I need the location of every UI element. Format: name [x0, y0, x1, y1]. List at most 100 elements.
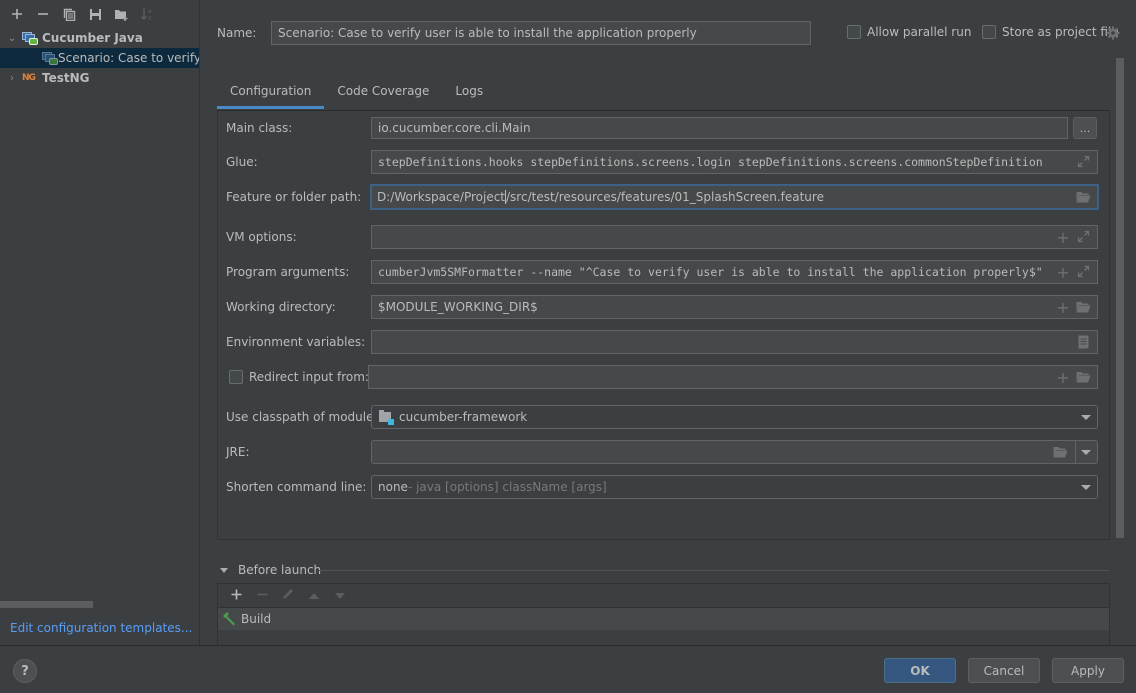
tab-logs[interactable]: Logs — [442, 80, 496, 108]
sort-button[interactable]: az — [134, 2, 160, 26]
remove-task-button[interactable] — [249, 588, 275, 604]
sort-icon: az — [141, 8, 152, 21]
chevron-down-icon[interactable]: ⌄ — [6, 33, 18, 44]
chevron-right-icon[interactable]: › — [6, 73, 18, 84]
apply-button[interactable]: Apply — [1052, 658, 1124, 683]
jre-select[interactable] — [371, 440, 1098, 464]
horizontal-scrollbar[interactable] — [0, 601, 93, 608]
shorten-command-line-label: Shorten command line: — [226, 480, 367, 494]
name-label: Name: — [217, 26, 257, 40]
redirect-input-field[interactable] — [368, 365, 1098, 389]
dialog-footer — [0, 645, 1136, 693]
move-down-button[interactable] — [327, 588, 353, 604]
name-input[interactable]: Scenario: Case to verify user is able to… — [271, 21, 811, 45]
arrow-down-icon — [335, 592, 345, 599]
ok-button[interactable]: OK — [884, 658, 956, 683]
new-folder-icon — [114, 9, 127, 21]
remove-icon — [257, 593, 267, 595]
cucumber-java-icon — [22, 30, 38, 46]
program-arguments-input[interactable]: cumberJvm5SMFormatter --name "^Case to v… — [371, 260, 1098, 284]
edit-task-button[interactable] — [275, 588, 301, 604]
feature-path-value-start: D:/Workspace/Project — [377, 190, 506, 204]
jre-divider — [1075, 441, 1076, 463]
add-icon[interactable]: + — [1054, 263, 1072, 282]
redirect-input-checkbox[interactable] — [229, 370, 243, 384]
configurations-toolbar: az — [0, 0, 199, 28]
chevron-down-icon[interactable] — [1081, 415, 1091, 420]
expand-icon[interactable] — [1077, 265, 1090, 278]
environment-variables-input[interactable] — [371, 330, 1098, 354]
main-class-input[interactable]: io.cucumber.core.cli.Main — [371, 117, 1068, 139]
tab-configuration[interactable]: Configuration — [217, 80, 325, 109]
chevron-down-icon[interactable] — [1081, 485, 1091, 490]
vm-options-input[interactable] — [371, 225, 1098, 249]
tree-node-cucumber-java[interactable]: ⌄ Cucumber Java — [0, 28, 199, 48]
feature-path-label: Feature or folder path: — [226, 190, 362, 204]
tree-node-testng[interactable]: › NG TestNG — [0, 68, 199, 88]
folder-open-icon[interactable] — [1076, 371, 1091, 383]
scenario-config-icon — [42, 50, 58, 66]
svg-text:a: a — [148, 8, 152, 15]
feature-path-input[interactable]: D:/Workspace/Project/src/test/resources/… — [370, 184, 1099, 210]
new-folder-button[interactable] — [108, 2, 134, 26]
browse-main-class-button[interactable]: ... — [1073, 117, 1097, 139]
glue-value: stepDefinitions.hooks stepDefinitions.sc… — [378, 155, 1043, 169]
configurations-panel: az ⌄ Cucumber Java Scenario: Case to ver… — [0, 0, 200, 645]
program-arguments-label: Program arguments: — [226, 265, 350, 279]
before-launch-toolbar — [218, 584, 1109, 608]
environment-variables-label: Environment variables: — [226, 335, 366, 349]
folder-open-icon[interactable] — [1053, 446, 1068, 458]
tab-code-coverage[interactable]: Code Coverage — [324, 80, 442, 108]
add-icon[interactable]: + — [1054, 228, 1072, 247]
before-launch-item-build[interactable]: Build — [218, 608, 1109, 630]
store-as-project-file-checkbox[interactable] — [982, 25, 996, 39]
pencil-icon — [283, 588, 293, 599]
tree-node-label: Cucumber Java — [42, 31, 143, 45]
folder-open-icon[interactable] — [1076, 191, 1091, 203]
move-up-button[interactable] — [301, 588, 327, 604]
glue-input[interactable]: stepDefinitions.hooks stepDefinitions.sc… — [371, 150, 1098, 174]
working-directory-value: $MODULE_WORKING_DIR$ — [378, 300, 538, 314]
before-launch-item-label: Build — [241, 612, 272, 626]
main-class-label: Main class: — [226, 121, 293, 135]
main-class-value: io.cucumber.core.cli.Main — [378, 121, 531, 135]
add-configuration-button[interactable] — [4, 2, 30, 26]
gear-icon[interactable] — [1106, 26, 1120, 40]
before-launch-separator — [319, 570, 1109, 571]
tree-node-scenario[interactable]: Scenario: Case to verify user is able to… — [0, 48, 199, 68]
edit-configuration-templates-link[interactable]: Edit configuration templates... — [10, 621, 192, 635]
shorten-command-line-select[interactable]: none - java [options] className [args] — [371, 475, 1098, 499]
glue-label: Glue: — [226, 155, 258, 169]
remove-icon — [38, 13, 48, 15]
redirect-input-label: Redirect input from: — [249, 370, 369, 384]
collapse-icon[interactable] — [220, 567, 228, 573]
vertical-scrollbar[interactable] — [1116, 58, 1124, 538]
add-icon[interactable]: + — [1054, 298, 1072, 317]
save-icon — [89, 8, 101, 20]
folder-open-icon[interactable] — [1076, 301, 1091, 313]
arrow-up-icon — [309, 592, 319, 599]
add-icon[interactable]: + — [1054, 368, 1072, 387]
classpath-module-select[interactable]: cucumber-framework — [371, 405, 1098, 429]
program-arguments-value: cumberJvm5SMFormatter --name "^Case to v… — [378, 265, 1043, 279]
remove-configuration-button[interactable] — [30, 2, 56, 26]
cancel-button[interactable]: Cancel — [968, 658, 1040, 683]
add-icon — [231, 589, 241, 599]
allow-parallel-run-checkbox[interactable] — [847, 25, 861, 39]
help-button[interactable]: ? — [13, 659, 37, 683]
copy-configuration-button[interactable] — [56, 2, 82, 26]
chevron-down-icon[interactable] — [1081, 450, 1091, 455]
feature-path-value-end: /src/test/resources/features/01_SplashSc… — [506, 190, 824, 204]
document-icon[interactable] — [1078, 335, 1089, 349]
shorten-command-line-hint: - java [options] className [args] — [407, 480, 607, 494]
before-launch-header[interactable]: Before launch — [220, 563, 321, 577]
allow-parallel-run-label: Allow parallel run — [867, 25, 972, 39]
add-icon — [12, 9, 22, 19]
tree-node-label: TestNG — [42, 71, 90, 85]
store-as-project-file-label: Store as project file — [1002, 25, 1119, 39]
expand-icon[interactable] — [1077, 230, 1090, 243]
working-directory-input[interactable]: $MODULE_WORKING_DIR$ — [371, 295, 1098, 319]
expand-icon[interactable] — [1077, 155, 1090, 168]
save-configuration-button[interactable] — [82, 2, 108, 26]
add-task-button[interactable] — [223, 588, 249, 604]
